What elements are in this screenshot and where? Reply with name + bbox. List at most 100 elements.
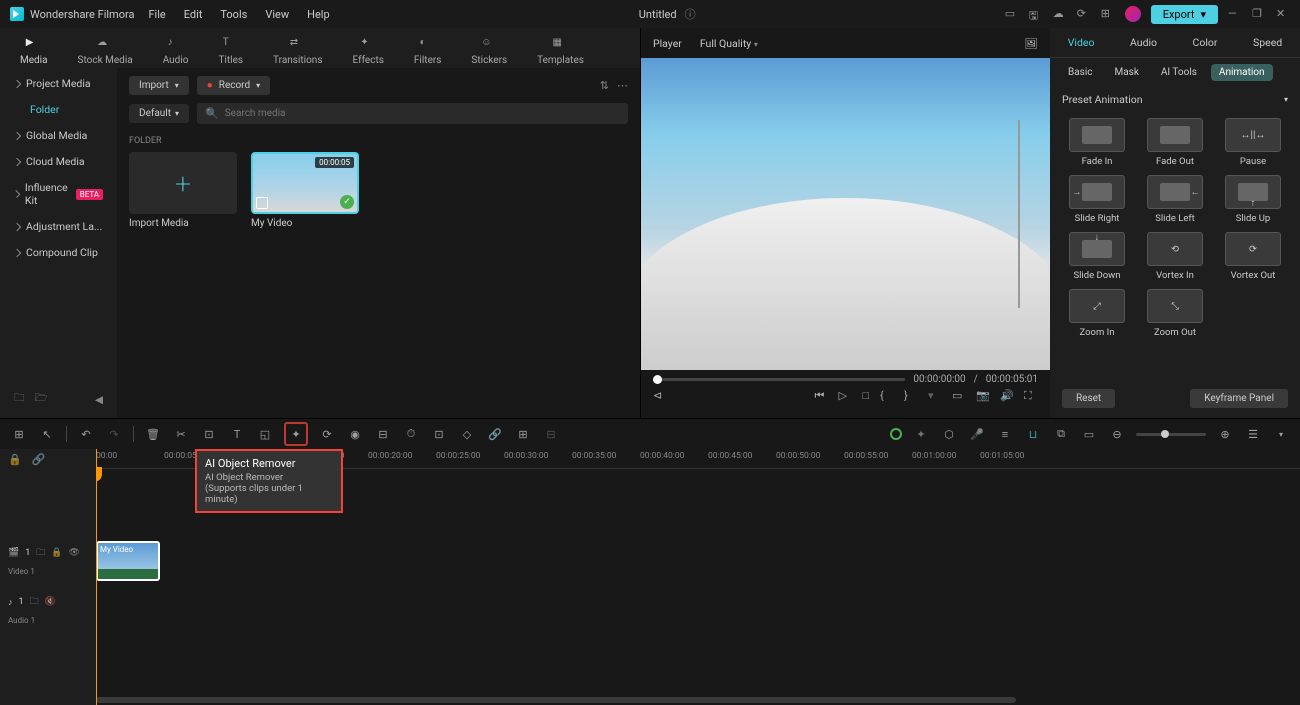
- tl-track-icon[interactable]: ⊡: [430, 425, 448, 443]
- tl-color-icon[interactable]: ◉: [346, 425, 364, 443]
- fullscreen-icon[interactable]: ⛶: [1024, 389, 1038, 403]
- tl-ai-object-remover-icon[interactable]: ✦: [284, 422, 308, 446]
- thumb-import[interactable]: + Import Media: [129, 152, 237, 229]
- sidebar-cloud-media[interactable]: Cloud Media: [8, 150, 109, 173]
- prop-tab-video[interactable]: Video: [1060, 32, 1103, 53]
- prop-tab-audio[interactable]: Audio: [1122, 32, 1165, 53]
- tl-more-icon[interactable]: ▾: [1272, 425, 1290, 443]
- tl-marker-icon[interactable]: ⬡: [940, 425, 958, 443]
- tl-undo-icon[interactable]: ↶: [77, 425, 95, 443]
- menu-help[interactable]: Help: [307, 8, 330, 21]
- tab-templates[interactable]: ▦Templates: [537, 37, 584, 68]
- more-icon[interactable]: ⋯: [617, 79, 628, 92]
- maximize-icon[interactable]: ❐: [1252, 7, 1266, 21]
- tab-titles[interactable]: TTitles: [218, 37, 243, 68]
- sidebar-folder[interactable]: Folder: [8, 98, 109, 121]
- search-input[interactable]: [225, 108, 620, 119]
- compare-icon[interactable]: ▭: [952, 389, 966, 403]
- tl-ungroup-icon[interactable]: ⊟: [542, 425, 560, 443]
- tl-mic-icon[interactable]: 🎤: [968, 425, 986, 443]
- snapshot-icon[interactable]: 🖼: [1025, 37, 1038, 50]
- tl-grid-icon[interactable]: ⊞: [10, 425, 28, 443]
- screenshot-icon[interactable]: ▭: [1005, 7, 1019, 21]
- tab-media[interactable]: ▶Media: [20, 37, 48, 68]
- tl-split-icon[interactable]: ✂: [172, 425, 190, 443]
- tl-link-icon[interactable]: 🔗: [486, 425, 504, 443]
- sidebar-compound[interactable]: Compound Clip: [8, 241, 109, 264]
- tab-stickers[interactable]: ☺Stickers: [471, 37, 507, 68]
- sidebar-influence-kit[interactable]: Influence KitBETA: [8, 176, 109, 212]
- menu-view[interactable]: View: [265, 8, 289, 21]
- folder-add-icon[interactable]: 🗀: [14, 390, 25, 408]
- sync-icon[interactable]: ⟳: [1077, 7, 1091, 21]
- menu-edit[interactable]: Edit: [184, 8, 203, 21]
- timeline-scrollbar[interactable]: [96, 697, 1016, 703]
- anim-slide-right[interactable]: →Slide Right: [1062, 175, 1132, 224]
- import-button[interactable]: Import▾: [129, 76, 189, 95]
- reset-button[interactable]: Reset: [1062, 389, 1115, 408]
- camera-icon[interactable]: 📷: [976, 389, 990, 403]
- preview-viewport[interactable]: [641, 58, 1050, 370]
- tl-lock-icon[interactable]: 🔒: [8, 453, 22, 466]
- anim-slide-down[interactable]: ↓Slide Down: [1062, 232, 1132, 281]
- volume-icon[interactable]: 🔊: [1000, 389, 1014, 403]
- subtab-animation[interactable]: Animation: [1211, 64, 1273, 81]
- anim-vortex-in[interactable]: ⟲Vortex In: [1140, 232, 1210, 281]
- tl-group-icon[interactable]: ⊞: [514, 425, 532, 443]
- cloud-icon[interactable]: ☁: [1053, 7, 1067, 21]
- tl-mixer-icon[interactable]: ≡: [996, 425, 1014, 443]
- mute-icon[interactable]: 🔇: [45, 597, 56, 607]
- lock-icon[interactable]: 🔒: [51, 548, 62, 558]
- prop-tab-color[interactable]: Color: [1185, 32, 1226, 53]
- sort-icon[interactable]: ⇅: [600, 79, 609, 92]
- brace-left-icon[interactable]: {: [880, 389, 894, 403]
- anim-zoom-in[interactable]: ⤢Zoom In: [1062, 289, 1132, 338]
- progress-bar[interactable]: [653, 378, 905, 381]
- tl-redo-icon[interactable]: ↷: [105, 425, 123, 443]
- tl-adjust-icon[interactable]: ⊟: [374, 425, 392, 443]
- info-icon[interactable]: ⓘ: [685, 6, 696, 22]
- video-clip[interactable]: My Video: [96, 541, 160, 581]
- anim-slide-left[interactable]: ←Slide Left: [1140, 175, 1210, 224]
- tl-timer-icon[interactable]: ⏱: [402, 425, 420, 443]
- anim-fade-in[interactable]: Fade In: [1062, 118, 1132, 167]
- record-button[interactable]: ●Record▾: [197, 76, 270, 95]
- tl-fit-icon[interactable]: ▭: [1080, 425, 1098, 443]
- video-track-header[interactable]: 🎬1 🗀 🔒 👁: [0, 539, 96, 567]
- keyframe-panel-button[interactable]: Keyframe Panel: [1190, 389, 1288, 408]
- sidebar-adjustment[interactable]: Adjustment La...: [8, 215, 109, 238]
- export-button[interactable]: Export▾: [1151, 5, 1218, 24]
- user-avatar[interactable]: [1125, 6, 1141, 22]
- tab-transitions[interactable]: ⇄Transitions: [273, 37, 322, 68]
- folder-icon[interactable]: 🗀: [36, 545, 45, 561]
- tl-render-icon[interactable]: [890, 428, 902, 440]
- playhead[interactable]: [96, 449, 97, 705]
- tl-settings-icon[interactable]: ✦: [912, 425, 930, 443]
- tl-list-icon[interactable]: ☰: [1244, 425, 1262, 443]
- tab-effects[interactable]: ✦Effects: [353, 37, 384, 68]
- prop-tab-speed[interactable]: Speed: [1245, 32, 1290, 53]
- tl-crop2-icon[interactable]: ◱: [256, 425, 274, 443]
- sidebar-project-media[interactable]: Project Media: [8, 72, 109, 95]
- eye-icon[interactable]: 👁: [69, 548, 80, 558]
- tl-crop-icon[interactable]: ⊡: [200, 425, 218, 443]
- tab-stock[interactable]: ☁Stock Media: [78, 37, 133, 68]
- tl-keyframe-icon[interactable]: ◇: [458, 425, 476, 443]
- tab-audio[interactable]: ♪Audio: [163, 37, 189, 68]
- save-icon[interactable]: 🖫: [1029, 7, 1043, 21]
- tl-zoomin-icon[interactable]: ⊕: [1216, 425, 1234, 443]
- minimize-icon[interactable]: —: [1228, 7, 1242, 21]
- brace-right-icon[interactable]: }: [904, 389, 918, 403]
- thumb-video[interactable]: 00:00:05 ✓ My Video: [251, 152, 359, 229]
- step-back-icon[interactable]: ⏮: [815, 389, 829, 403]
- subtab-aitools[interactable]: AI Tools: [1153, 64, 1205, 81]
- menu-tools[interactable]: Tools: [220, 8, 247, 21]
- anim-vortex-out[interactable]: ⟳Vortex Out: [1218, 232, 1288, 281]
- marker-icon[interactable]: ▾: [928, 389, 942, 403]
- tab-filters[interactable]: ◐Filters: [414, 37, 442, 68]
- tl-delete-icon[interactable]: 🗑: [144, 425, 162, 443]
- anim-slide-up[interactable]: ↑Slide Up: [1218, 175, 1288, 224]
- anim-fade-out[interactable]: Fade Out: [1140, 118, 1210, 167]
- subtab-basic[interactable]: Basic: [1060, 64, 1101, 81]
- collapse-icon[interactable]: ◀: [95, 393, 103, 406]
